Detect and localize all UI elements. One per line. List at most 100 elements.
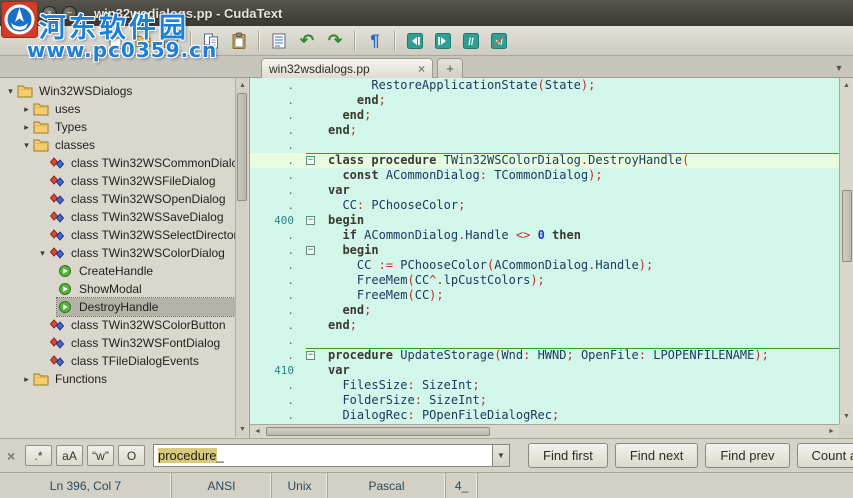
regex-toggle[interactable]: .*: [25, 445, 52, 466]
editor-vscrollbar[interactable]: ▲ ▼: [839, 78, 853, 424]
tree-expander-closed-icon[interactable]: ▸: [20, 122, 33, 133]
tree-expander-closed-icon[interactable]: ▸: [20, 374, 33, 385]
editor-scroll-left-icon[interactable]: ◄: [251, 425, 264, 438]
minimize-button[interactable]: −: [62, 5, 77, 21]
save-file-button[interactable]: [158, 29, 184, 53]
search-history-dropdown-icon[interactable]: ▼: [493, 444, 510, 467]
code-line[interactable]: 410 var: [250, 363, 839, 378]
tab-close-icon[interactable]: ×: [418, 62, 425, 76]
tree-expander-open-icon[interactable]: ▾: [36, 248, 49, 259]
search-bar: × .* aA “w” O procedure _ ▼ Find first Find …: [0, 438, 853, 472]
case-sensitive-toggle[interactable]: aA: [56, 445, 83, 466]
tree-item[interactable]: ▸ Types: [0, 118, 249, 136]
fold-toggle-icon[interactable]: −: [306, 246, 315, 255]
tree-expander-open-icon[interactable]: ▾: [4, 86, 17, 97]
find-next-button[interactable]: Find next: [614, 443, 699, 468]
tree-item[interactable]: ShowModal: [0, 280, 249, 298]
tree-item[interactable]: ▸ Functions: [0, 370, 249, 388]
tree-scrollbar[interactable]: ▲ ▼: [235, 78, 248, 437]
code-line[interactable]: .: [250, 333, 839, 348]
search-close-icon[interactable]: ×: [7, 448, 25, 464]
tree-item[interactable]: DestroyHandle: [0, 297, 249, 317]
tree-item[interactable]: class TWin32WSOpenDialog: [0, 190, 249, 208]
code-line[interactable]: . FolderSize: SizeInt;: [250, 393, 839, 408]
fold-toggle-icon[interactable]: −: [306, 156, 315, 165]
tree-item[interactable]: class TWin32WSFileDialog: [0, 172, 249, 190]
code-line[interactable]: . const ACommonDialog: TCommonDialog);: [250, 168, 839, 183]
undo-button[interactable]: ↶: [294, 29, 320, 53]
search-input[interactable]: procedure _: [153, 444, 493, 467]
tree-item[interactable]: class TWin32WSSaveDialog: [0, 208, 249, 226]
code-line[interactable]: . end;: [250, 93, 839, 108]
tree-item[interactable]: class TFileDialogEvents: [0, 352, 249, 370]
wrap-toggle[interactable]: O: [118, 445, 145, 466]
count-all-button[interactable]: Count all: [796, 443, 853, 468]
find-first-button[interactable]: Find first: [528, 443, 608, 468]
tree-item[interactable]: CreateHandle: [0, 262, 249, 280]
editor-vscrollbar-thumb[interactable]: [842, 190, 852, 262]
tree-item[interactable]: ▾ Win32WSDialogs: [0, 82, 249, 100]
comment-lines-button[interactable]: //: [458, 29, 484, 53]
code-text: end;: [320, 93, 386, 108]
tree-scroll-up-icon[interactable]: ▲: [236, 79, 249, 92]
uncomment-lines-button[interactable]: ×/: [486, 29, 512, 53]
tab-active[interactable]: win32wsdialogs.pp ×: [261, 58, 433, 78]
open-file-button[interactable]: [130, 29, 156, 53]
indent-button[interactable]: [430, 29, 456, 53]
code-line[interactable]: . end;: [250, 108, 839, 123]
fold-toggle-icon[interactable]: −: [306, 216, 315, 225]
tree-item[interactable]: class TWin32WSCommonDialog: [0, 154, 249, 172]
code-line[interactable]: . var: [250, 183, 839, 198]
tab-list-dropdown-icon[interactable]: ▼: [830, 60, 848, 76]
editor-scroll-up-icon[interactable]: ▲: [840, 79, 853, 92]
code-line[interactable]: . DialogRec: POpenFileDialogRec;: [250, 408, 839, 423]
code-line[interactable]: . FilesSize: SizeInt;: [250, 378, 839, 393]
editor-hscrollbar-thumb[interactable]: [266, 427, 490, 436]
close-button[interactable]: ×: [42, 5, 57, 21]
code-line[interactable]: . CC := PChooseColor(ACommonDialog.Handl…: [250, 258, 839, 273]
find-prev-button[interactable]: Find prev: [705, 443, 790, 468]
paste-button[interactable]: [226, 29, 252, 53]
code-line[interactable]: . CC: PChooseColor;: [250, 198, 839, 213]
code-line[interactable]: . − begin: [250, 243, 839, 258]
show-nonprinted-button[interactable]: ¶: [362, 29, 388, 53]
tree-item[interactable]: ▾ class TWin32WSColorDialog: [0, 244, 249, 262]
select-all-button[interactable]: [266, 29, 292, 53]
editor-scroll-down-icon[interactable]: ▼: [840, 410, 853, 423]
code-line[interactable]: . end;: [250, 123, 839, 138]
code-line[interactable]: . FreeMem(CC^.lpCustColors);: [250, 273, 839, 288]
redo-button[interactable]: ↷: [322, 29, 348, 53]
tree-expander-closed-icon[interactable]: ▸: [20, 104, 33, 115]
unindent-button[interactable]: [402, 29, 428, 53]
fold-toggle-icon[interactable]: −: [306, 351, 315, 360]
code-line[interactable]: . RestoreApplicationState(State);: [250, 78, 839, 93]
editor[interactable]: . RestoreApplicationState(State);. end;.…: [250, 78, 853, 438]
code-line[interactable]: . − procedure UpdateStorage(Wnd: HWND; Ope…: [250, 348, 839, 363]
new-file-button[interactable]: [102, 29, 128, 53]
editor-scroll-right-icon[interactable]: ►: [825, 425, 838, 438]
scrollbar-corner: [839, 424, 853, 438]
code-token: HWND: [537, 348, 567, 362]
code-line-current[interactable]: . − class procedure TWin32WSColorDialog.De…: [250, 153, 839, 168]
whole-word-toggle[interactable]: “w”: [87, 445, 114, 466]
copy-button[interactable]: [198, 29, 224, 53]
code-line[interactable]: . end;: [250, 318, 839, 333]
code-line[interactable]: 400 − begin: [250, 213, 839, 228]
code-line[interactable]: . if ACommonDialog.Handle <> 0 then: [250, 228, 839, 243]
tree-scroll-down-icon[interactable]: ▼: [236, 423, 249, 436]
tree-item[interactable]: ▾ classes: [0, 136, 249, 154]
code-line[interactable]: . FreeMem(CC);: [250, 288, 839, 303]
code-line[interactable]: .: [250, 138, 839, 153]
editor-hscrollbar[interactable]: ◄ ►: [250, 424, 839, 438]
tree-item[interactable]: class TWin32WSFontDialog: [0, 334, 249, 352]
code-line[interactable]: . end;: [250, 303, 839, 318]
code-token: );: [429, 288, 444, 302]
title-bar[interactable]: × − win32wsdialogs.pp - CudaText: [0, 0, 853, 26]
new-tab-button[interactable]: +: [437, 58, 463, 78]
tree-item[interactable]: ▸ uses: [0, 100, 249, 118]
tree-scrollbar-thumb[interactable]: [237, 93, 247, 201]
tree-item[interactable]: class TWin32WSColorButton: [0, 316, 249, 334]
tree-expander-open-icon[interactable]: ▾: [20, 140, 33, 151]
tree-item[interactable]: class TWin32WSSelectDirectoryDialog: [0, 226, 249, 244]
